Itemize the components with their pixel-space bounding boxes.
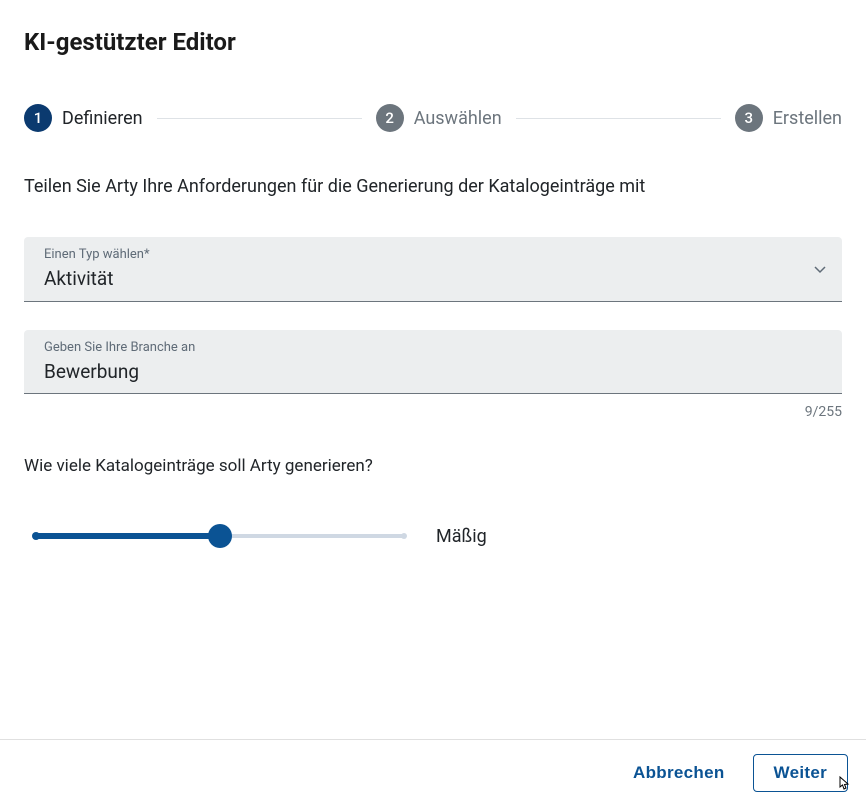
slider-value-label: Mäßig [436,526,487,547]
instruction-text: Teilen Sie Arty Ihre Anforderungen für d… [24,176,842,197]
step-divider [157,118,362,119]
step-select: 2 Auswählen [376,104,502,132]
type-select[interactable]: Einen Typ wählen* Aktivität [24,237,842,302]
page-title: KI-gestützter Editor [24,28,842,56]
step-number-1: 1 [24,104,52,132]
entries-slider[interactable] [34,524,406,548]
industry-input[interactable]: Geben Sie Ihre Branche an Bewerbung [24,330,842,395]
next-button[interactable]: Weiter [753,754,848,792]
step-label-1: Definieren [62,108,143,129]
industry-input-value: Bewerbung [44,359,826,386]
step-create: 3 Erstellen [735,104,842,132]
footer: Abbrechen Weiter [0,739,866,806]
type-select-value: Aktivität [44,266,150,293]
step-number-2: 2 [376,104,404,132]
slider-question: Wie viele Katalogeinträge soll Arty gene… [24,456,842,476]
chevron-down-icon [814,263,826,277]
step-label-3: Erstellen [773,108,842,129]
slider-thumb[interactable] [208,524,232,548]
slider-fill [34,533,220,539]
step-define: 1 Definieren [24,104,143,132]
industry-char-count: 9/255 [24,404,842,420]
stepper: 1 Definieren 2 Auswählen 3 Erstellen [24,104,842,132]
industry-input-label: Geben Sie Ihre Branche an [44,340,826,355]
step-label-2: Auswählen [414,108,502,129]
type-select-label: Einen Typ wählen* [44,247,150,262]
step-number-3: 3 [735,104,763,132]
step-divider [516,118,721,119]
cancel-button[interactable]: Abbrechen [633,763,725,783]
